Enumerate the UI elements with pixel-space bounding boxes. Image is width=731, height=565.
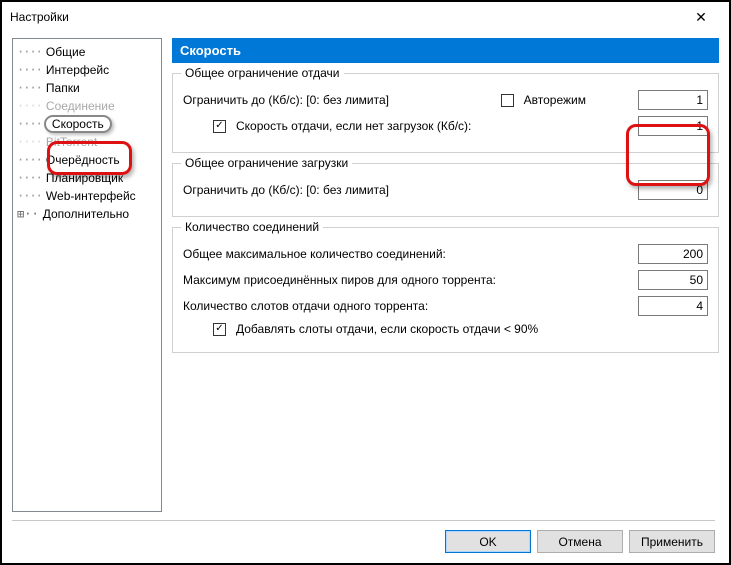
nav-tree[interactable]: ····Общие ····Интерфейс ····Папки ····Со… — [12, 38, 162, 512]
window-title: Настройки — [10, 10, 681, 24]
ok-button[interactable]: OK — [445, 530, 531, 553]
addslots-checkbox[interactable] — [213, 323, 226, 336]
titlebar: Настройки ✕ — [2, 2, 729, 32]
download-limit-label: Ограничить до (Кб/с): [0: без лимита] — [183, 183, 389, 197]
dialog-buttons: OK Отмена Применить — [445, 530, 715, 553]
tree-item-advanced[interactable]: ⊞··Дополнительно — [15, 205, 159, 223]
auto-label: Авторежим — [524, 93, 586, 107]
group-upload: Общее ограничение отдачи Ограничить до (… — [172, 73, 719, 153]
max-conn-label: Общее максимальное количество соединений… — [183, 247, 446, 261]
auto-checkbox[interactable] — [501, 94, 514, 107]
page-title: Скорость — [172, 38, 719, 63]
peers-label: Максимум присоединённых пиров для одного… — [183, 273, 496, 287]
alt-upload-input[interactable] — [638, 116, 708, 136]
slots-label: Количество слотов отдачи одного торрента… — [183, 299, 428, 313]
close-icon[interactable]: ✕ — [681, 9, 721, 26]
settings-dialog: Настройки ✕ ····Общие ····Интерфейс ····… — [0, 0, 731, 565]
tree-item-connection[interactable]: ····Соединение — [15, 97, 159, 115]
slots-input[interactable] — [638, 296, 708, 316]
alt-upload-checkbox[interactable] — [213, 120, 226, 133]
tree-item-scheduler[interactable]: ····Планировщик — [15, 169, 159, 187]
footer-separator — [12, 520, 715, 521]
tree-item-queue[interactable]: ····Очерёдность — [15, 151, 159, 169]
max-conn-input[interactable] — [638, 244, 708, 264]
addslots-label: Добавлять слоты отдачи, если скорость от… — [236, 322, 538, 336]
group-download: Общее ограничение загрузки Ограничить до… — [172, 163, 719, 217]
apply-button[interactable]: Применить — [629, 530, 715, 553]
tree-item-general[interactable]: ····Общие — [15, 43, 159, 61]
upload-limit-input[interactable] — [638, 90, 708, 110]
group-upload-legend: Общее ограничение отдачи — [181, 66, 344, 80]
tree-item-folders[interactable]: ····Папки — [15, 79, 159, 97]
tree-item-interface[interactable]: ····Интерфейс — [15, 61, 159, 79]
group-connections: Количество соединений Общее максимальное… — [172, 227, 719, 353]
cancel-button[interactable]: Отмена — [537, 530, 623, 553]
tree-item-webui[interactable]: ····Web-интерфейс — [15, 187, 159, 205]
tree-item-speed[interactable]: ····Скорость — [15, 115, 159, 133]
download-limit-input[interactable] — [638, 180, 708, 200]
group-connections-legend: Количество соединений — [181, 220, 323, 234]
tree-item-bittorrent[interactable]: ····BitTorrent — [15, 133, 159, 151]
alt-upload-label: Скорость отдачи, если нет загрузок (Кб/с… — [236, 119, 471, 133]
peers-input[interactable] — [638, 270, 708, 290]
group-download-legend: Общее ограничение загрузки — [181, 156, 352, 170]
settings-content: Скорость Общее ограничение отдачи Ограни… — [172, 38, 719, 512]
upload-limit-label: Ограничить до (Кб/с): [0: без лимита] — [183, 93, 389, 107]
